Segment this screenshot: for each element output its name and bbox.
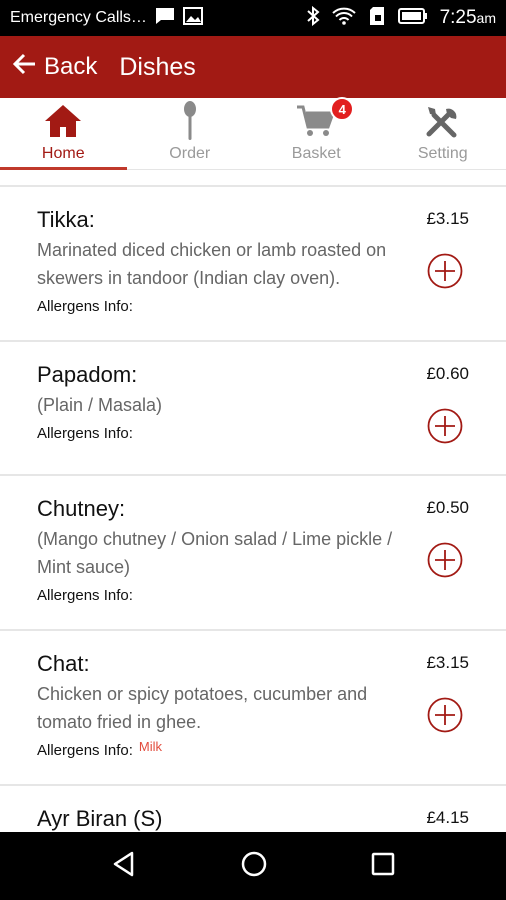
battery-icon	[397, 7, 428, 30]
tab-label: Home	[41, 145, 85, 162]
dish-item: Chutney: (Mango chutney / Onion salad / …	[0, 476, 506, 631]
spoon-icon	[182, 101, 198, 141]
allergens-info: Allergens Info: Milk	[37, 739, 162, 759]
add-to-basket-button[interactable]	[427, 697, 463, 733]
add-to-basket-button[interactable]	[427, 542, 463, 578]
carrier-text: Emergency Calls…	[10, 9, 147, 26]
dish-item: Ayr Biran (S) £4.15	[0, 786, 506, 832]
allergen-tag: Milk	[138, 739, 162, 754]
dish-price: £0.60	[426, 364, 469, 383]
tab-label: Basket	[291, 145, 341, 162]
cart-icon: 4	[296, 97, 355, 141]
dish-price: £3.15	[426, 209, 469, 228]
back-label: Back	[44, 53, 98, 80]
back-button[interactable]: Back	[0, 36, 97, 98]
tab-label: Order	[169, 145, 211, 162]
basket-count-badge: 4	[330, 97, 355, 121]
dish-price: £4.15	[426, 808, 469, 827]
list-divider	[0, 170, 506, 187]
clock: 7:25am	[439, 7, 496, 28]
dish-description: Marinated diced chicken or lamb roasted …	[37, 240, 387, 288]
tab-label: Setting	[417, 145, 468, 162]
page-title: Dishes	[119, 52, 196, 81]
status-bar: Emergency Calls… 7:25am	[0, 0, 506, 36]
dish-price: £3.15	[426, 653, 469, 672]
app-bar: Back Dishes	[0, 36, 506, 98]
dish-item: Tikka: Marinated diced chicken or lamb r…	[0, 187, 506, 342]
add-to-basket-button[interactable]	[427, 408, 463, 444]
plus-circle-icon	[427, 697, 463, 733]
dish-item: Papadom: (Plain / Masala) Allergens Info…	[0, 342, 506, 476]
message-icon	[155, 7, 175, 30]
add-to-basket-button[interactable]	[427, 253, 463, 289]
tools-icon	[424, 101, 462, 141]
tab-basket[interactable]: 4 Basket	[253, 97, 380, 169]
tab-setting[interactable]: Setting	[380, 98, 506, 169]
dish-list[interactable]: Tikka: Marinated diced chicken or lamb r…	[0, 170, 506, 832]
allergens-info: Allergens Info:	[37, 587, 133, 604]
sim-icon	[368, 6, 386, 31]
plus-circle-icon	[427, 542, 463, 578]
dish-item: Chat: Chicken or spicy potatoes, cucumbe…	[0, 631, 506, 786]
arrow-left-icon	[12, 53, 36, 82]
tab-bar: Home Order 4 Basket Setting	[0, 97, 506, 170]
dish-price: £0.50	[426, 498, 469, 517]
allergens-info: Allergens Info:	[37, 298, 133, 315]
wifi-icon	[331, 7, 356, 30]
tab-home[interactable]: Home	[0, 98, 127, 170]
home-icon	[44, 101, 82, 141]
back-nav-icon[interactable]	[111, 851, 137, 882]
image-icon	[182, 6, 203, 30]
system-nav-bar	[0, 832, 506, 900]
plus-circle-icon	[427, 408, 463, 444]
bluetooth-icon	[306, 5, 320, 31]
home-nav-icon[interactable]	[240, 850, 268, 883]
dish-description: (Plain / Masala)	[37, 395, 163, 415]
tab-order[interactable]: Order	[127, 98, 254, 169]
recents-nav-icon[interactable]	[371, 852, 395, 881]
dish-description: (Mango chutney / Onion salad / Lime pick…	[37, 529, 393, 577]
dish-description: Chicken or spicy potatoes, cucumber and …	[37, 684, 368, 732]
plus-circle-icon	[427, 253, 463, 289]
